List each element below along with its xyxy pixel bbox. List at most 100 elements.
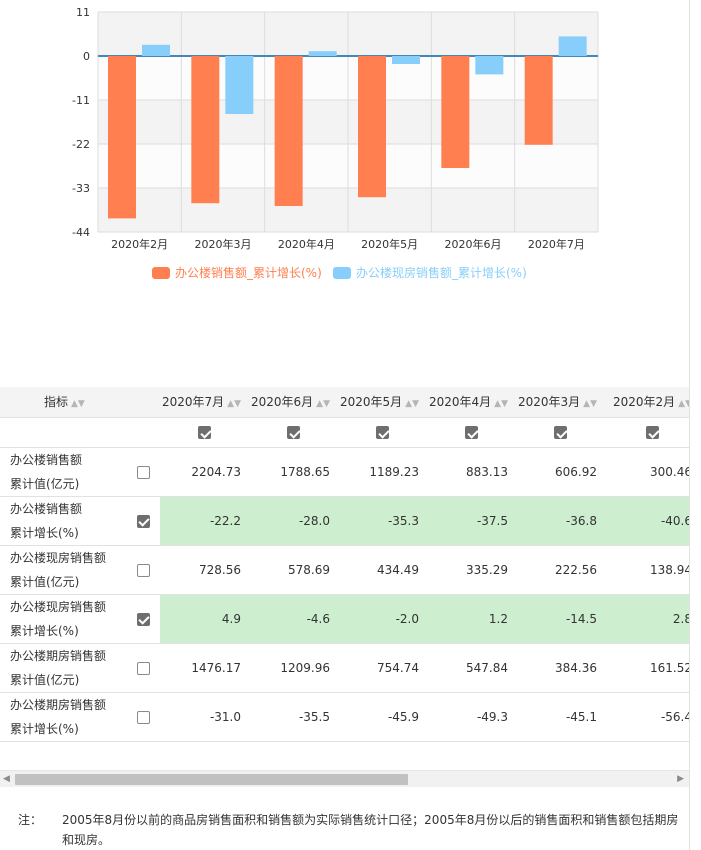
- row-checkbox-cell: [126, 692, 161, 742]
- table-row: 办公楼期房销售额 累计值(亿元) 1476.17 1209.96 754.74 5…: [0, 643, 689, 693]
- column-checkbox-cell: [249, 417, 339, 448]
- table-cell: -14.5: [516, 594, 606, 644]
- scroll-right-icon[interactable]: ▶: [677, 774, 684, 784]
- row-name-line2: 累计增长(%): [10, 623, 79, 638]
- table-cell: -28.0: [249, 496, 339, 546]
- legend-item-series-1[interactable]: 办公楼销售额_累计增长(%): [152, 264, 322, 281]
- column-checkbox[interactable]: [646, 426, 660, 439]
- sort-icon[interactable]: ▲▼: [583, 399, 597, 409]
- column-header[interactable]: 2020年5月 ▲▼: [338, 387, 428, 418]
- column-header-label: 2020年2月: [612, 395, 676, 410]
- bar-series-1: [358, 56, 386, 198]
- column-header[interactable]: 2020年3月 ▲▼: [516, 387, 606, 418]
- index-header[interactable]: 指标 ▲▼: [0, 387, 161, 418]
- row-checkbox[interactable]: [136, 612, 150, 626]
- row-name: 办公楼销售额 累计增长(%): [0, 496, 126, 546]
- column-header-label: 2020年7月: [161, 395, 225, 410]
- table-row: 办公楼销售额 累计增长(%) -22.2 -28.0 -35.3 -37.5 -3…: [0, 496, 689, 546]
- table-cell: -35.3: [338, 496, 428, 546]
- column-header-label: 2020年3月: [517, 395, 581, 410]
- x-tick-label: 2020年4月: [278, 237, 335, 251]
- bar-series-1: [524, 56, 553, 145]
- row-name: 办公楼现房销售额 累计增长(%): [0, 594, 126, 644]
- sort-icon[interactable]: ▲▼: [678, 399, 689, 409]
- x-tick-label: 2020年6月: [445, 237, 502, 251]
- table-row: 办公楼期房销售额 累计增长(%) -31.0 -35.5 -45.9 -49.3 …: [0, 692, 689, 742]
- column-checkbox[interactable]: [198, 426, 212, 439]
- table-cell: 384.36: [516, 643, 606, 693]
- column-header[interactable]: 2020年2月 ▲▼: [605, 387, 689, 418]
- footnote-text: 2005年8月份以前的商品房销售面积和销售额为实际销售统计口径；2005年8月份…: [62, 813, 679, 847]
- row-checkbox[interactable]: [136, 661, 150, 675]
- column-header[interactable]: 2020年4月 ▲▼: [427, 387, 517, 418]
- row-name-line2: 累计值(亿元): [10, 672, 80, 687]
- table-cell: 300.46: [605, 447, 689, 497]
- column-checkbox-cell: [605, 417, 689, 448]
- bar-series-1: [441, 56, 470, 168]
- table-cell: 1788.65: [249, 447, 339, 497]
- table-cell: -45.9: [338, 692, 428, 742]
- sort-icon[interactable]: ▲▼: [316, 399, 330, 409]
- row-checkbox-cell: [126, 545, 161, 595]
- sort-icon[interactable]: ▲▼: [227, 399, 241, 409]
- table-cell: 1476.17: [160, 643, 250, 693]
- column-checkbox[interactable]: [376, 426, 390, 439]
- sort-icon[interactable]: ▲▼: [405, 399, 419, 409]
- row-name-line1: 办公楼销售额: [10, 501, 83, 516]
- table-cell: 138.94: [605, 545, 689, 595]
- table-row: 办公楼现房销售额 累计值(亿元) 728.56 578.69 434.49 335…: [0, 545, 689, 595]
- horizontal-scrollbar[interactable]: ◀ ▶: [0, 770, 689, 787]
- table-cell: 2204.73: [160, 447, 250, 497]
- legend-label-series-2: 办公楼现房销售额_累计增长(%): [356, 266, 527, 280]
- legend-item-series-2[interactable]: 办公楼现房销售额_累计增长(%): [333, 264, 527, 281]
- y-tick-label: 0: [83, 50, 90, 63]
- bar-series-2: [142, 44, 170, 56]
- empty-cell: [0, 417, 161, 448]
- row-name-line1: 办公楼销售额: [10, 452, 83, 467]
- row-name-line2: 累计值(亿元): [10, 476, 80, 491]
- row-checkbox[interactable]: [136, 563, 150, 577]
- row-name-line2: 累计增长(%): [10, 721, 79, 736]
- sort-icon[interactable]: ▲▼: [494, 399, 508, 409]
- table-cell: 754.74: [338, 643, 428, 693]
- column-checkbox[interactable]: [287, 426, 301, 439]
- table-header-row: 指标 ▲▼ 2020年7月 ▲▼ 2020年6月 ▲▼ 2020年5月 ▲▼ 2020年…: [0, 387, 689, 418]
- column-checkbox[interactable]: [554, 426, 568, 439]
- table-cell: -4.6: [249, 594, 339, 644]
- table-cell: 1.2: [427, 594, 517, 644]
- table-row: 办公楼现房销售额 累计增长(%) 4.9 -4.6 -2.0 1.2 -14.5 …: [0, 594, 689, 644]
- x-tick-label: 2020年5月: [361, 237, 418, 251]
- column-header[interactable]: 2020年7月 ▲▼: [160, 387, 250, 418]
- column-checkbox-row: [0, 417, 689, 448]
- table-cell: 1189.23: [338, 447, 428, 497]
- row-name-line1: 办公楼期房销售额: [10, 648, 107, 663]
- column-header[interactable]: 2020年6月 ▲▼: [249, 387, 339, 418]
- y-tick-label: -22: [72, 138, 90, 151]
- y-tick-label: -44: [72, 226, 90, 239]
- legend-swatch-series-2: [333, 266, 351, 279]
- data-table-container[interactable]: 指标 ▲▼ 2020年7月 ▲▼ 2020年6月 ▲▼ 2020年5月 ▲▼ 2020年…: [0, 387, 689, 742]
- row-name-line2: 累计增长(%): [10, 525, 79, 540]
- column-checkbox-cell: [427, 417, 517, 448]
- table-cell: -37.5: [427, 496, 517, 546]
- table-cell: -36.8: [516, 496, 606, 546]
- table-cell: 883.13: [427, 447, 517, 497]
- x-tick-label: 2020年3月: [195, 237, 252, 251]
- sort-icon[interactable]: ▲▼: [71, 399, 85, 409]
- scrollbar-thumb[interactable]: [15, 774, 408, 785]
- scroll-left-icon[interactable]: ◀: [3, 774, 10, 784]
- row-checkbox[interactable]: [136, 710, 150, 724]
- y-tick-label: 11: [76, 6, 90, 19]
- row-name-line2: 累计值(亿元): [10, 574, 80, 589]
- column-checkbox[interactable]: [465, 426, 479, 439]
- row-checkbox[interactable]: [136, 514, 150, 528]
- row-checkbox-cell: [126, 496, 161, 546]
- table-cell: 547.84: [427, 643, 517, 693]
- chart-legend: 办公楼销售额_累计增长(%) 办公楼现房销售额_累计增长(%): [0, 264, 701, 282]
- column-checkbox-cell: [338, 417, 428, 448]
- row-checkbox[interactable]: [136, 465, 150, 479]
- data-table: 指标 ▲▼ 2020年7月 ▲▼ 2020年6月 ▲▼ 2020年5月 ▲▼ 2020年…: [0, 387, 689, 742]
- table-cell: 2.8: [605, 594, 689, 644]
- table-cell: -40.6: [605, 496, 689, 546]
- legend-label-series-1: 办公楼销售额_累计增长(%): [175, 266, 322, 280]
